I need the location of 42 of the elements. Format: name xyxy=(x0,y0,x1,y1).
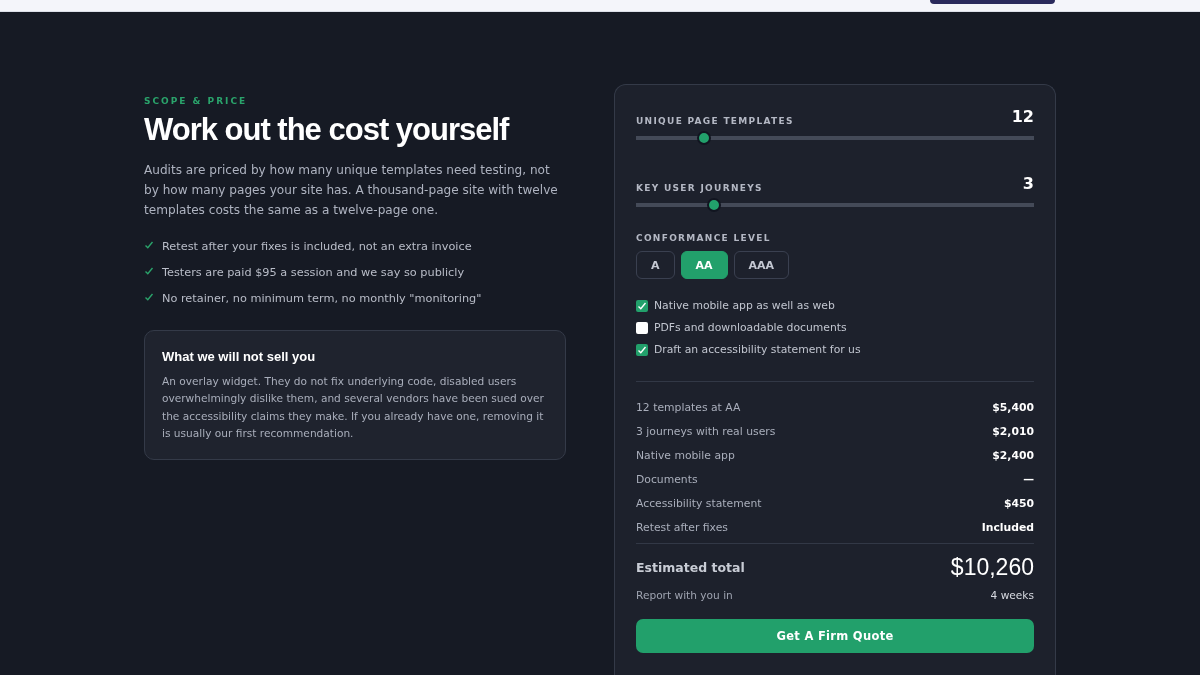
line-item-label: Retest after fixes xyxy=(636,520,728,534)
line-item-label: Documents xyxy=(636,473,698,486)
total-label: Estimated total xyxy=(636,560,745,576)
line-item-amount: $450 xyxy=(1003,496,1034,510)
line-item-amount: $5,400 xyxy=(992,401,1034,415)
line-item-amount: $2,400 xyxy=(992,449,1034,463)
point-text: Retest after your fixes is included, not an extra invoice xyxy=(162,239,472,255)
check-icon xyxy=(144,240,154,250)
conformance-label: CONFORMANCE LEVEL xyxy=(636,233,772,243)
level-option[interactable]: A xyxy=(636,251,675,279)
page-heading: Work out the cost yourself xyxy=(144,112,511,148)
intro-paragraph: Audits are priced by how many unique templates need testing, not by how many pages your site has. A thousand-page site with twelve templates costs the same as a twelve-page one. xyxy=(144,162,559,219)
checkbox[interactable] xyxy=(636,321,648,334)
line-item-amount: — xyxy=(1023,473,1034,486)
line-item-amount: $2,010 xyxy=(992,425,1034,439)
line-item-amount: Included xyxy=(981,520,1034,534)
line-item-label: 12 templates at AA xyxy=(636,401,741,415)
note-text: An overlay widget. They do not fix underlying code, disabled users overwhelmingly dislike them, and several vendors have been sued over the accessibility claims they make. If you already have one, removing it is usually our first recommendation. xyxy=(162,374,545,442)
turnaround-label: Report with you in xyxy=(636,589,733,602)
slider-label: KEY USER JOURNEYS xyxy=(636,183,763,193)
line-item-label: 3 journeys with real users xyxy=(636,425,776,439)
note-title: What we will not sell you xyxy=(162,349,317,364)
checkbox-label: Draft an accessibility statement for us xyxy=(654,343,861,356)
check-icon xyxy=(144,292,154,302)
checkbox[interactable] xyxy=(636,299,648,312)
slider-thumb[interactable] xyxy=(706,198,721,212)
eyebrow-label: SCOPE & PRICE xyxy=(144,96,249,106)
checkbox-label: PDFs and downloadable documents xyxy=(654,321,847,334)
slider-label: UNIQUE PAGE TEMPLATES xyxy=(636,116,794,126)
checkbox-label: Native mobile app as well as web xyxy=(654,299,835,312)
point-text: No retainer, no minimum term, no monthly "monitoring" xyxy=(162,291,482,307)
line-item-label: Accessibility statement xyxy=(636,496,762,510)
slider-thumb[interactable] xyxy=(696,131,711,145)
slider-value: 3 xyxy=(1022,174,1034,193)
turnaround-value: 4 weeks xyxy=(990,589,1034,602)
slider-value: 12 xyxy=(1011,107,1034,126)
check-icon xyxy=(144,266,154,276)
checkbox[interactable] xyxy=(636,343,648,356)
level-option[interactable]: AAA xyxy=(733,251,790,279)
total-amount: $10,260 xyxy=(950,554,1034,582)
line-item-label: Native mobile app xyxy=(636,449,735,463)
point-text: Testers are paid $95 a session and we say so publicly xyxy=(162,265,465,281)
